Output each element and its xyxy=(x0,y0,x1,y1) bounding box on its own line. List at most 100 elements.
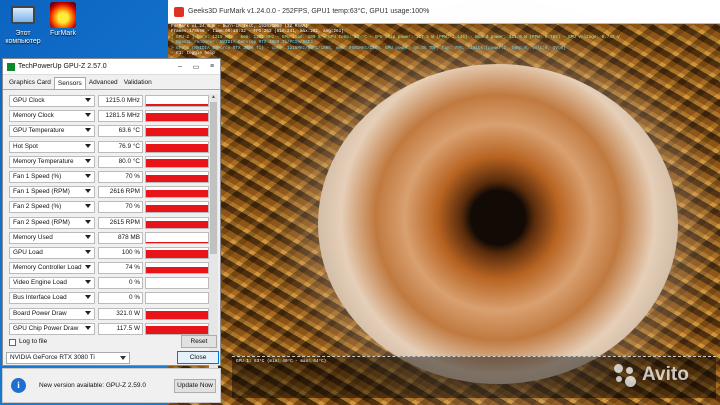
update-message: New version available: GPU-Z 2.59.0 xyxy=(39,382,146,389)
sensor-graph-fill xyxy=(146,190,208,198)
sensor-graph xyxy=(145,292,209,305)
sensor-name-dropdown[interactable]: Fan 1 Speed (RPM) xyxy=(9,186,95,199)
furmark-title: Geeks3D FurMark v1.24.0.0 - 252FPS, GPU1… xyxy=(188,8,430,15)
chevron-down-icon xyxy=(85,219,91,224)
log-to-file-label: Log to file xyxy=(19,338,48,345)
watermark-text: Avito xyxy=(642,364,689,385)
sensor-name-dropdown[interactable]: Memory Used xyxy=(9,231,95,244)
sensor-row: Memory Used 878 MB xyxy=(9,231,219,246)
sensor-graph xyxy=(145,277,209,290)
sensor-graph-fill xyxy=(146,267,208,274)
chevron-down-icon xyxy=(85,234,91,239)
minimize-icon[interactable]: – xyxy=(172,63,188,70)
sensor-row: Memory Temperature 80.0 °C xyxy=(9,155,219,170)
sensor-graph xyxy=(145,155,209,168)
tab-advanced[interactable]: Advanced xyxy=(86,77,121,89)
sensor-graph xyxy=(145,307,209,320)
gpu-select-value: NVIDIA GeForce RTX 3080 Ti xyxy=(10,354,95,361)
sensor-name-dropdown[interactable]: Hot Spot xyxy=(9,140,95,153)
sensor-name-dropdown[interactable]: GPU Clock xyxy=(9,95,95,107)
avito-logo-icon xyxy=(612,362,638,388)
sensor-name-dropdown[interactable]: Memory Clock xyxy=(9,110,95,123)
sensor-value: 63.6 °C xyxy=(98,125,143,138)
sensor-graph-fill xyxy=(146,113,208,122)
chevron-down-icon xyxy=(85,98,91,102)
update-now-button[interactable]: Update Now xyxy=(174,379,216,393)
sensor-graph-fill xyxy=(146,241,208,243)
sensor-name-dropdown[interactable]: Fan 1 Speed (%) xyxy=(9,170,95,183)
camera-icon[interactable]: ▭ xyxy=(188,63,204,71)
sensor-graph xyxy=(145,110,209,123)
sensor-value: 70 % xyxy=(98,201,143,214)
gpuz-window[interactable]: TechPowerUp GPU-Z 2.57.0 – ▭ ≡ Graphics … xyxy=(2,58,221,392)
sensor-row: GPU Load 100 % xyxy=(9,246,219,261)
chevron-down-icon xyxy=(85,280,91,285)
sensor-name-dropdown[interactable]: Memory Controller Load xyxy=(9,262,95,275)
sensor-name-dropdown[interactable]: Fan 2 Speed (RPM) xyxy=(9,216,95,229)
chevron-down-icon xyxy=(85,310,91,315)
furmark-window[interactable]: Geeks3D FurMark v1.24.0.0 - 252FPS, GPU1… xyxy=(168,0,720,405)
menu-icon[interactable]: ≡ xyxy=(204,63,220,70)
scroll-thumb[interactable] xyxy=(210,102,217,254)
sensor-value: 70 % xyxy=(98,170,143,183)
log-to-file-checkbox[interactable] xyxy=(9,339,16,346)
overlay-line: - F1: toggle help xyxy=(171,51,215,57)
gpu-select-dropdown[interactable]: NVIDIA GeForce RTX 3080 Ti xyxy=(6,352,130,364)
sensor-name-dropdown[interactable]: Video Engine Load xyxy=(9,277,95,290)
sensor-value: 100 % xyxy=(98,246,143,259)
sensor-value: 0 % xyxy=(98,292,143,305)
sensor-value: 2615 RPM xyxy=(98,216,143,229)
chevron-down-icon xyxy=(85,204,91,209)
chevron-down-icon xyxy=(85,128,91,133)
sensor-row: Bus Interface Load 0 % xyxy=(9,291,219,306)
info-icon: i xyxy=(11,378,26,393)
furmark-titlebar[interactable]: Geeks3D FurMark v1.24.0.0 - 252FPS, GPU1… xyxy=(168,0,720,24)
sensor-name-dropdown[interactable]: Bus Interface Load xyxy=(9,292,95,305)
sensor-row: Fan 1 Speed (RPM) 2616 RPM xyxy=(9,185,219,200)
close-button[interactable]: Close xyxy=(177,351,219,364)
tab-validation[interactable]: Validation xyxy=(121,77,155,89)
avito-watermark: Avito xyxy=(612,362,689,388)
scroll-up-icon[interactable]: ▲ xyxy=(209,94,218,100)
tab-sensors[interactable]: Sensors xyxy=(53,77,86,89)
update-notification: i New version available: GPU-Z 2.59.0 Up… xyxy=(2,368,221,403)
sensor-graph-fill xyxy=(146,128,208,137)
sensor-row: Fan 2 Speed (%) 70 % xyxy=(9,200,219,215)
sensor-value: 1281.5 MHz xyxy=(98,110,143,123)
sensor-name-dropdown[interactable]: GPU Temperature xyxy=(9,125,95,138)
chevron-down-icon xyxy=(120,356,126,360)
sensor-row: Memory Clock 1281.5 MHz xyxy=(9,109,219,124)
sensor-graph-fill xyxy=(146,205,208,213)
sensor-name-dropdown[interactable]: GPU Load xyxy=(9,246,95,259)
sensor-graph xyxy=(145,231,209,244)
reset-button[interactable]: Reset xyxy=(181,335,217,348)
gpuz-logo-icon xyxy=(7,62,15,71)
sensor-row: Hot Spot 76.9 °C xyxy=(9,140,219,155)
sensor-value: 76.9 °C xyxy=(98,140,143,153)
sensor-value: 80.0 °C xyxy=(98,155,143,168)
furmark-app-icon xyxy=(174,6,184,17)
tab-graphics-card[interactable]: Graphics Card xyxy=(6,77,54,89)
sensor-name-dropdown[interactable]: Fan 2 Speed (%) xyxy=(9,201,95,214)
chevron-down-icon xyxy=(85,249,91,254)
chevron-down-icon xyxy=(85,143,91,148)
sensor-name-dropdown[interactable]: Memory Temperature xyxy=(9,155,95,168)
chevron-down-icon xyxy=(85,113,91,118)
sensor-graph-fill xyxy=(146,174,208,182)
gpuz-titlebar[interactable]: TechPowerUp GPU-Z 2.57.0 – ▭ ≡ xyxy=(3,59,220,75)
sensor-graph xyxy=(145,170,209,183)
sensor-graph xyxy=(145,186,209,199)
desktop-icon-furmark[interactable]: FurMark xyxy=(40,2,86,38)
chevron-down-icon xyxy=(85,189,91,194)
sensor-value: 2616 RPM xyxy=(98,186,143,199)
sensor-graph-fill xyxy=(146,310,208,319)
sensor-graph-fill xyxy=(146,143,208,152)
sensor-row: Fan 1 Speed (%) 70 % xyxy=(9,170,219,185)
computer-icon xyxy=(9,2,37,28)
sensor-name-dropdown[interactable]: Board Power Draw xyxy=(9,307,95,320)
sensor-graph xyxy=(145,201,209,214)
sensor-value: 74 % xyxy=(98,262,143,275)
desktop-icon-label: компьютер xyxy=(5,38,41,45)
sensor-graph xyxy=(145,262,209,275)
sensor-value: 0 % xyxy=(98,277,143,290)
